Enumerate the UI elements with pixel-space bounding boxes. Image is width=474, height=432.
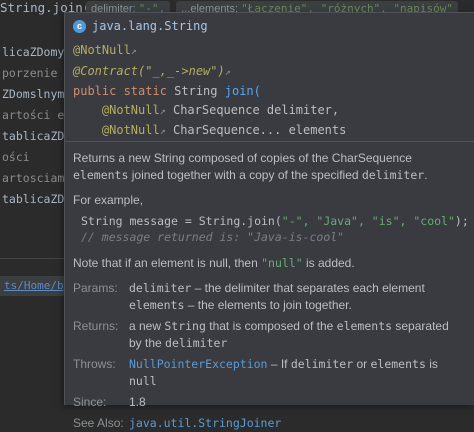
editor-visible-lines: licaZDomy porzenie t ZDomslnymi artości … (0, 42, 70, 210)
doc-tags-table: Params: delimiter – the delimiter that s… (73, 280, 467, 432)
class-icon: c (73, 19, 86, 33)
code-line: tablicaZD (2, 129, 65, 143)
see-also-value: java.util.StringJoiner (129, 415, 467, 432)
code-line: tablicaZD (2, 192, 65, 206)
doc-signature-header: c java.lang.String @NotNull↗ @Contract("… (65, 13, 474, 142)
external-link-icon: ↗ (159, 105, 166, 117)
code-line: porzenie t (2, 66, 70, 80)
since-label: Since: (73, 395, 107, 409)
see-also-link[interactable]: java.util.StringJoiner (129, 416, 281, 430)
doc-body: Returns a new String composed of copies … (65, 142, 474, 432)
class-name[interactable]: java.lang.String (92, 19, 208, 33)
quick-documentation-popup: c java.lang.String @NotNull↗ @Contract("… (64, 12, 474, 430)
panel-divider (0, 258, 70, 259)
code-line: ości (2, 150, 30, 164)
returns-label: Returns: (73, 319, 119, 333)
external-link-icon: ↗ (159, 126, 166, 137)
run-console-panel (0, 296, 70, 404)
since-value: 1.8 (129, 395, 146, 409)
params-label: Params: (73, 281, 118, 295)
code-line: artości el (2, 108, 70, 122)
example-label: For example, (73, 193, 144, 207)
run-output-path[interactable]: ts/Home/b (0, 276, 70, 296)
exception-link[interactable]: NullPointerException (129, 357, 267, 371)
external-link-icon: ↗ (130, 46, 137, 57)
class-reference[interactable]: c java.lang.String (73, 19, 208, 33)
example-code: String message = String.join("-", "Java"… (81, 214, 469, 244)
throws-value: NullPointerException – If delimiter or e… (129, 357, 438, 388)
params-value: delimiter – the delimiter that separates… (129, 281, 425, 312)
method-signature: @NotNull↗ @Contract("_,_->new")↗ public … (73, 43, 347, 137)
throws-label: Throws: (73, 357, 116, 371)
see-also-label: See Also: (73, 416, 124, 430)
method-description: Returns a new String composed of copies … (73, 151, 428, 182)
external-link-icon: ↗ (224, 66, 231, 78)
returns-value: a new String that is composed of the ele… (129, 319, 449, 350)
code-line: artosciami (2, 171, 70, 185)
code-line: ZDomslnymi (2, 87, 70, 101)
code-line: licaZDomy (2, 45, 65, 59)
null-note: Note that if an element is null, then "n… (73, 256, 355, 270)
